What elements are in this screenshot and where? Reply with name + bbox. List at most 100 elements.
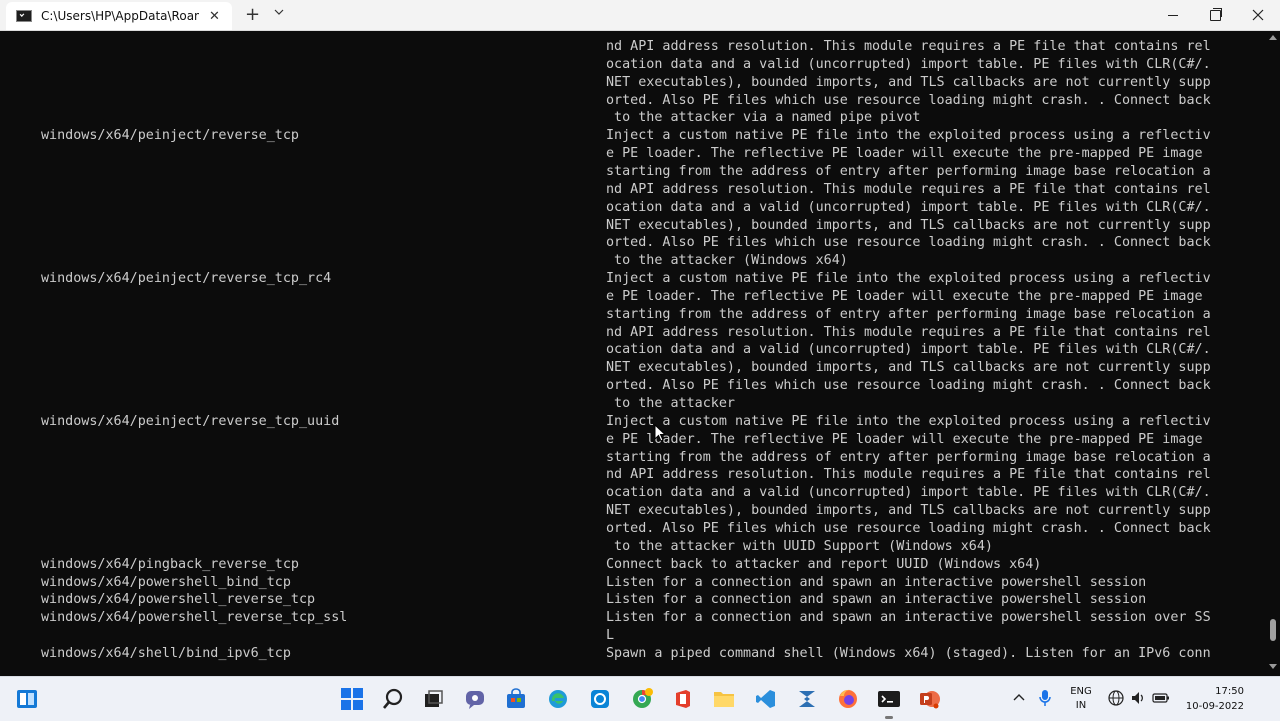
windows-start-icon xyxy=(341,688,363,710)
taskbar-widgets-button[interactable] xyxy=(12,684,42,714)
terminal-taskbar-button[interactable] xyxy=(874,684,904,719)
payload-description: orted. Also PE files which use resource … xyxy=(606,378,1211,394)
chevron-up-icon xyxy=(1013,694,1025,701)
payload-description: orted. Also PE files which use resource … xyxy=(606,92,1211,108)
chat-icon xyxy=(466,691,484,709)
chrome-icon xyxy=(633,688,653,708)
store-icon xyxy=(507,688,525,708)
payload-description: nd API address resolution. This module r… xyxy=(606,324,1211,340)
payload-description: starting from the address of entry after… xyxy=(606,163,1211,179)
speaker-icon xyxy=(1132,692,1143,704)
payload-description: starting from the address of entry after… xyxy=(606,306,1211,322)
payload-name: windows/x64/powershell_bind_tcp xyxy=(41,574,291,590)
code-editor-icon xyxy=(756,690,775,708)
folder-icon xyxy=(714,692,734,707)
teams-chat-button[interactable] xyxy=(460,684,490,714)
terminal-scrollbar[interactable] xyxy=(1266,31,1280,676)
payload-description: Inject a custom native PE file into the … xyxy=(606,128,1211,144)
task-view-icon xyxy=(425,690,443,707)
payload-description: starting from the address of entry after… xyxy=(606,449,1211,465)
payload-description: ocation data and a valid (uncorrupted) i… xyxy=(606,485,1211,501)
powerpoint-button[interactable] xyxy=(915,684,945,714)
payload-name: windows/x64/powershell_reverse_tcp_ssl xyxy=(41,610,348,626)
network-button[interactable] xyxy=(1107,689,1125,707)
payload-description: Connect back to attacker and report UUID… xyxy=(606,556,1042,572)
show-hidden-icons-button[interactable] xyxy=(1010,689,1028,707)
cmd-icon xyxy=(16,10,32,22)
payload-description: e PE loader. The reflective PE loader wi… xyxy=(606,288,1203,304)
firefox-button[interactable] xyxy=(833,684,863,714)
payload-description: to the attacker xyxy=(606,396,735,411)
payload-description: ocation data and a valid (uncorrupted) i… xyxy=(606,56,1211,72)
search-button[interactable] xyxy=(378,684,408,714)
payload-description: orted. Also PE files which use resource … xyxy=(606,235,1211,251)
microphone-button[interactable] xyxy=(1036,689,1054,707)
payload-name: windows/x64/shell/bind_ipv6_tcp xyxy=(41,645,291,661)
edge-icon xyxy=(549,690,567,708)
language-indicator[interactable]: ENG IN xyxy=(1063,685,1099,713)
clock-time: 17:50 xyxy=(1215,686,1244,697)
payload-name: windows/x64/powershell_reverse_tcp xyxy=(41,592,316,608)
volume-button[interactable] xyxy=(1129,689,1147,707)
restore-button[interactable] xyxy=(1192,0,1238,30)
powerpoint-icon xyxy=(920,691,940,709)
scroll-down-arrow-icon[interactable] xyxy=(1269,664,1277,669)
close-window-button[interactable] xyxy=(1235,0,1280,30)
tab-terminal[interactable]: C:\Users\HP\AppData\Roaming ✕ xyxy=(6,2,232,30)
close-icon xyxy=(1252,9,1264,21)
scroll-thumb[interactable] xyxy=(1270,619,1276,641)
widgets-icon xyxy=(17,690,37,708)
payload-description: orted. Also PE files which use resource … xyxy=(606,520,1211,536)
payload-description: nd API address resolution. This module r… xyxy=(606,467,1211,483)
start-button[interactable] xyxy=(337,684,367,714)
clock[interactable]: 17:50 10-09-2022 xyxy=(1174,684,1244,714)
tab-title: C:\Users\HP\AppData\Roaming xyxy=(41,9,199,23)
payload-description: Inject a custom native PE file into the … xyxy=(606,413,1211,429)
payload-description: NET executables), bounded imports, and T… xyxy=(606,503,1211,519)
terminal-icon xyxy=(878,691,900,707)
payload-name: windows/x64/peinject/reverse_tcp_uuid xyxy=(41,413,340,429)
office-button[interactable] xyxy=(668,684,698,714)
payload-description: Listen for a connection and spawn an int… xyxy=(606,592,1147,608)
payload-description: e PE loader. The reflective PE loader wi… xyxy=(606,146,1203,162)
payload-description: to the attacker with UUID Support (Windo… xyxy=(606,538,993,554)
payload-description: e PE loader. The reflective PE loader wi… xyxy=(606,431,1203,447)
tab-dropdown-button[interactable] xyxy=(274,6,284,20)
payload-description: nd API address resolution. This module r… xyxy=(606,181,1211,197)
new-tab-button[interactable]: + xyxy=(245,4,260,25)
payload-description: NET executables), bounded imports, and T… xyxy=(606,217,1211,233)
edge-browser-button[interactable] xyxy=(543,684,573,714)
office-icon xyxy=(676,690,690,708)
tab-close-button[interactable]: ✕ xyxy=(209,9,220,24)
title-bar: C:\Users\HP\AppData\Roaming ✕ + xyxy=(0,0,1280,31)
file-explorer-button[interactable] xyxy=(709,684,739,714)
task-view-button[interactable] xyxy=(418,684,448,714)
terminal-output[interactable]: nd API address resolution. This module r… xyxy=(0,31,1266,676)
restore-icon xyxy=(1209,7,1222,21)
payload-name: windows/x64/peinject/reverse_tcp_rc4 xyxy=(41,271,332,287)
payload-description: NET executables), bounded imports, and T… xyxy=(606,360,1211,376)
taskbar: ENG IN 17:50 10-09-2022 xyxy=(0,676,1280,721)
xampp-icon xyxy=(799,691,815,707)
search-icon xyxy=(383,688,403,709)
language-code: ENG xyxy=(1070,686,1092,697)
payload-description: to the attacker (Windows x64) xyxy=(606,253,848,269)
vscode-button[interactable] xyxy=(751,684,781,714)
payload-name: windows/x64/peinject/reverse_tcp xyxy=(41,128,299,144)
chrome-browser-button[interactable] xyxy=(627,684,657,714)
xampp-button[interactable] xyxy=(792,684,822,714)
payload-name: windows/x64/pingback_reverse_tcp xyxy=(41,556,299,572)
globe-icon xyxy=(1108,690,1124,706)
app-blue-icon xyxy=(591,690,609,708)
microsoft-store-button[interactable] xyxy=(501,684,531,714)
microphone-icon xyxy=(1039,690,1051,706)
app-button-blue[interactable] xyxy=(585,684,615,714)
payload-description: to the attacker via a named pipe pivot xyxy=(606,110,921,126)
battery-icon xyxy=(1152,693,1169,703)
firefox-icon xyxy=(839,689,857,708)
battery-button[interactable] xyxy=(1152,689,1170,707)
minimize-button[interactable] xyxy=(1150,0,1196,30)
payload-description: Inject a custom native PE file into the … xyxy=(606,271,1211,287)
scroll-up-arrow-icon[interactable] xyxy=(1269,35,1277,40)
payload-description: L xyxy=(606,628,615,644)
